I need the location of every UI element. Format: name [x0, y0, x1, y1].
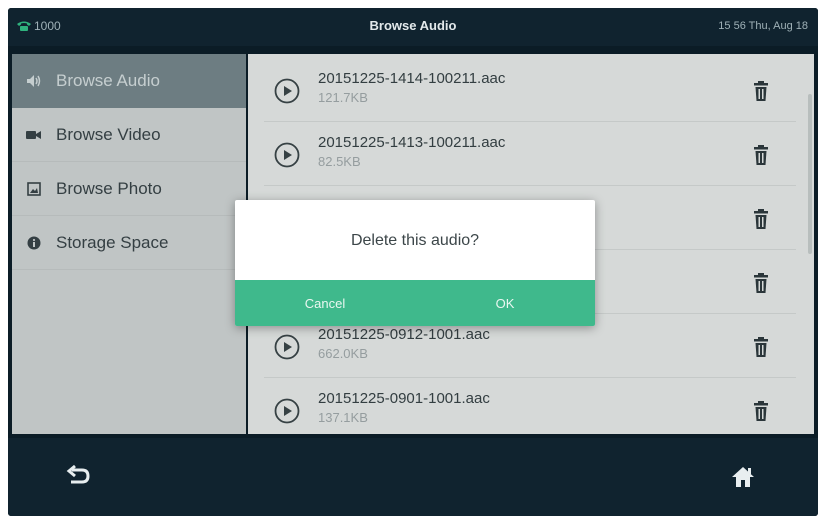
phone-screen: 1000 Browse Audio 15 56 Thu, Aug 18 Brow…	[8, 8, 818, 516]
back-button[interactable]	[64, 464, 94, 490]
ok-button[interactable]: OK	[415, 280, 595, 326]
back-arrow-icon	[66, 464, 90, 484]
delete-confirm-dialog: Delete this audio? Cancel OK	[235, 200, 595, 326]
home-icon	[732, 467, 754, 487]
cancel-button[interactable]: Cancel	[235, 280, 415, 326]
datetime: 15 56 Thu, Aug 18	[718, 20, 808, 32]
bottom-bar	[8, 438, 818, 516]
dialog-button-bar: Cancel OK	[235, 280, 595, 326]
home-button[interactable]	[730, 464, 756, 490]
page-title: Browse Audio	[369, 18, 457, 33]
dialog-message: Delete this audio?	[350, 232, 480, 249]
status-bar: 1000 Browse Audio 15 56 Thu, Aug 18	[8, 8, 818, 46]
